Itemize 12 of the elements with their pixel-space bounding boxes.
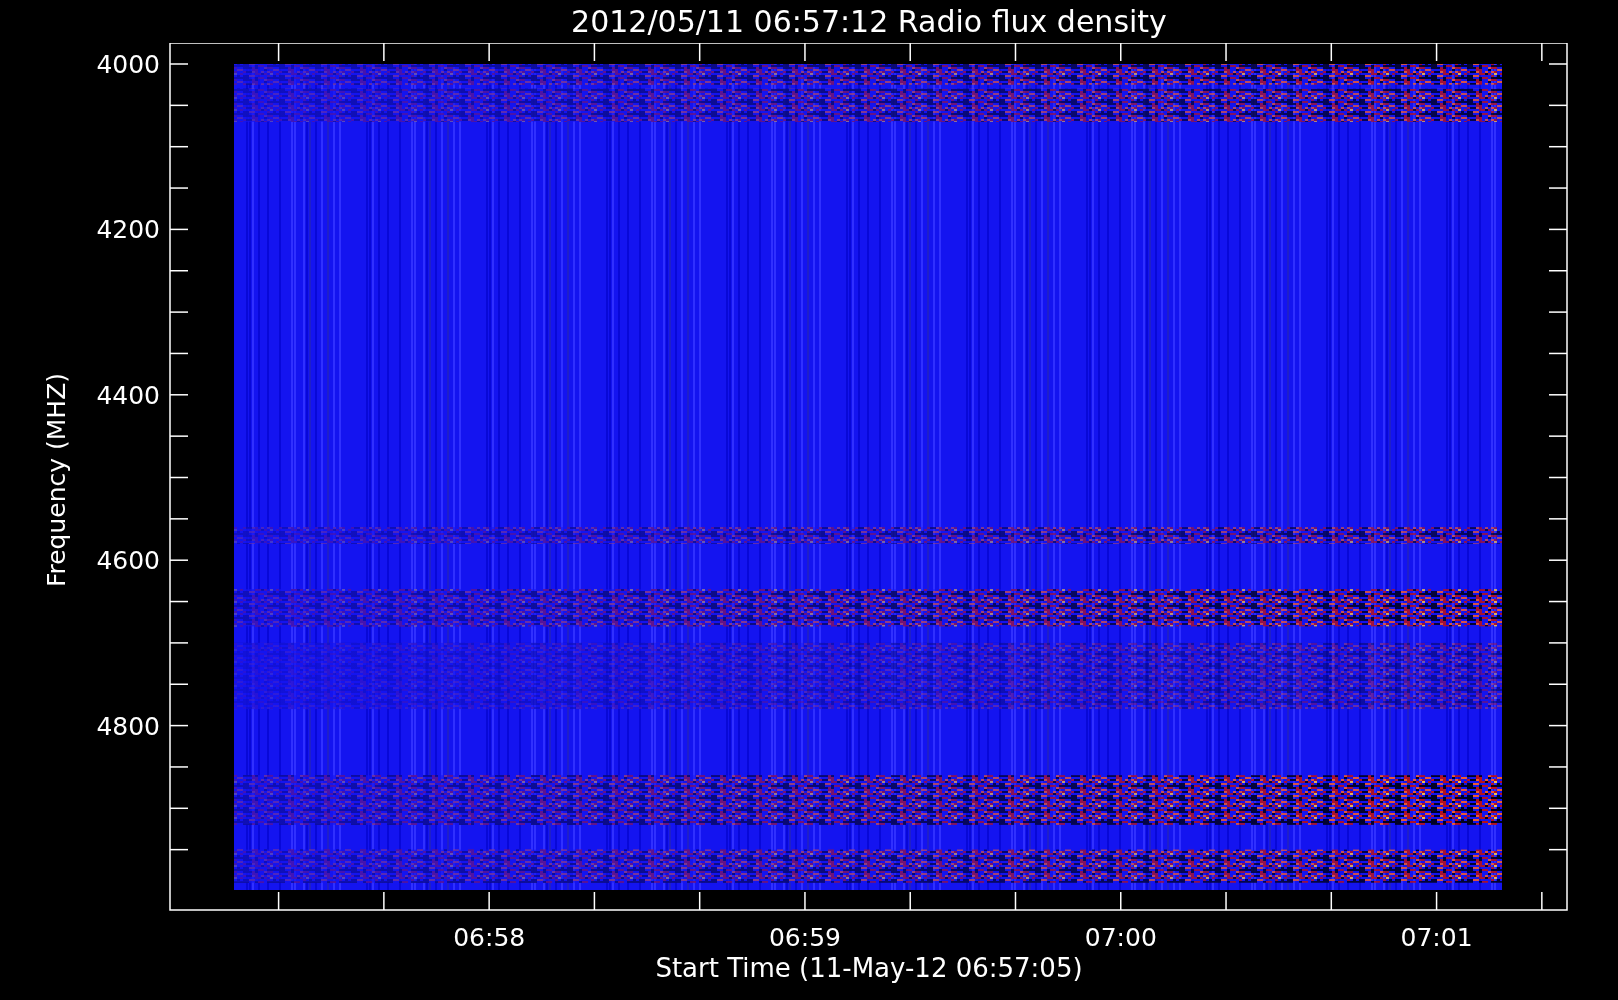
tick-label: 4200 bbox=[96, 215, 160, 245]
tick-label: 4800 bbox=[96, 711, 160, 741]
chart-title: 2012/05/11 06:57:12 Radio flux density bbox=[571, 6, 1167, 37]
tick-label: 06:59 bbox=[769, 923, 841, 952]
tick-label: 4000 bbox=[96, 50, 160, 79]
axis-label: Start Time (11-May-12 06:57:05) bbox=[655, 953, 1083, 983]
tick-label: 4400 bbox=[96, 380, 160, 410]
tick-label: 07:00 bbox=[1084, 923, 1157, 952]
axis-label: Frequency (MHZ) bbox=[42, 372, 71, 588]
tick-label: 06:58 bbox=[453, 923, 526, 952]
tick-label: 07:01 bbox=[1400, 923, 1473, 952]
tick-label: 4600 bbox=[96, 546, 160, 576]
